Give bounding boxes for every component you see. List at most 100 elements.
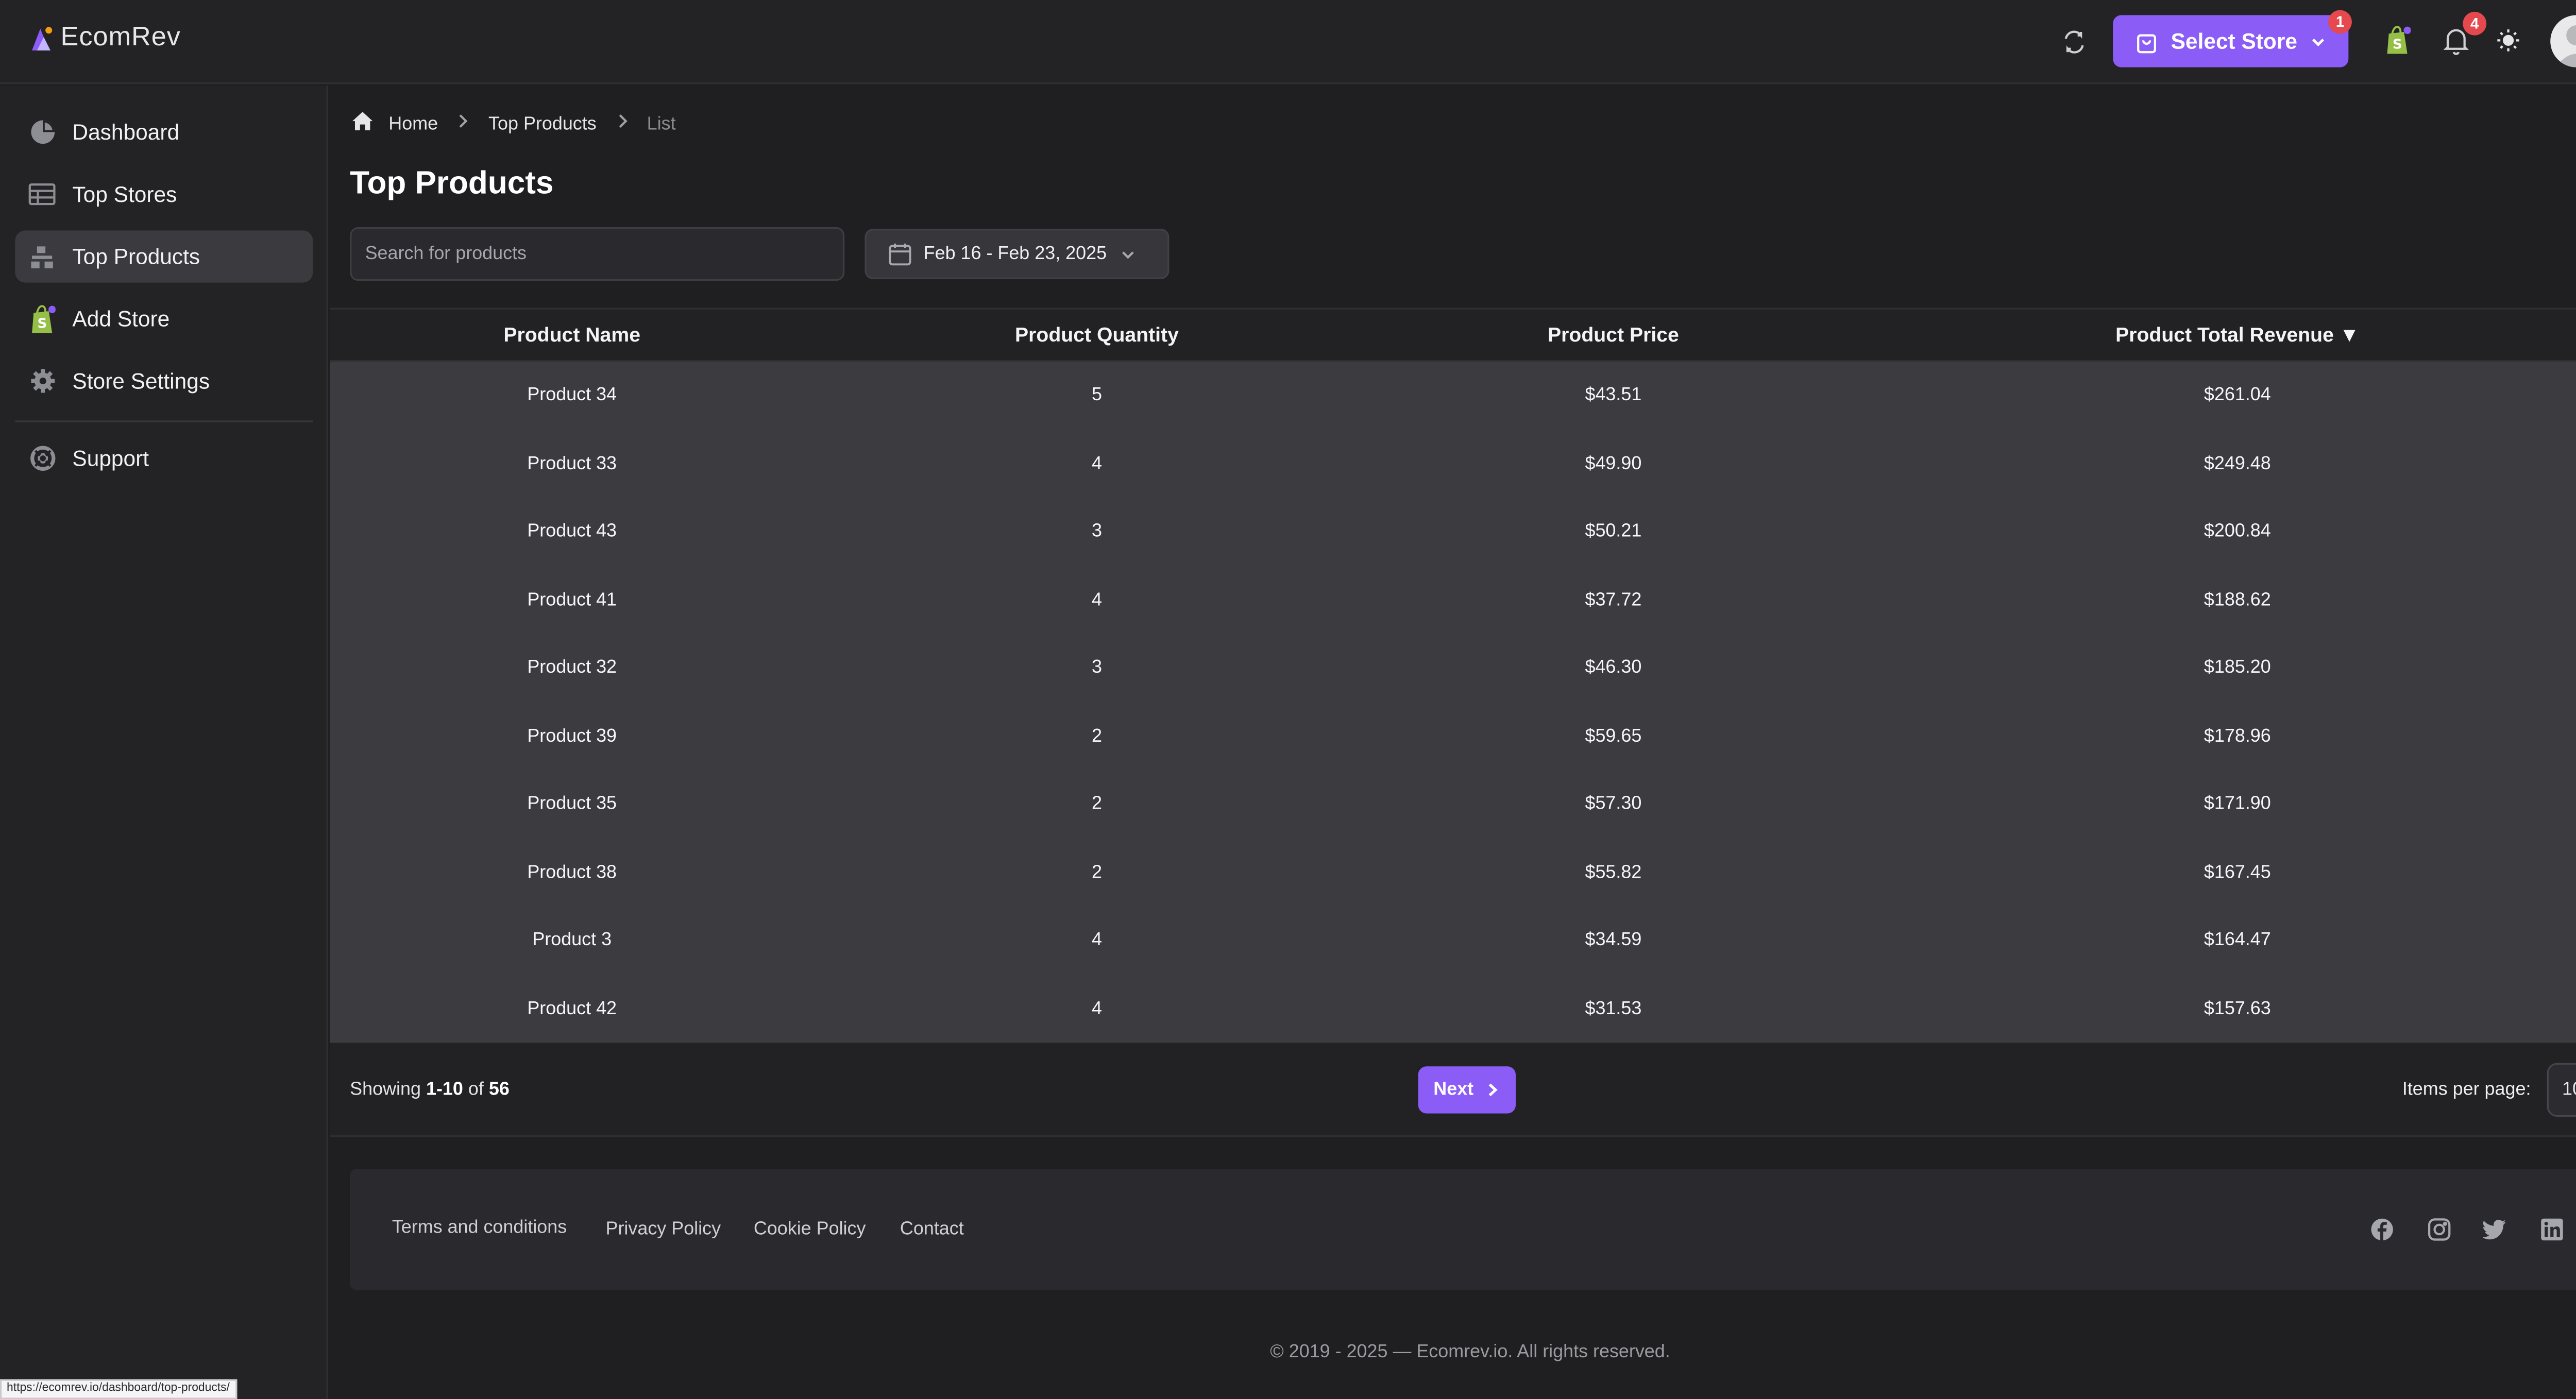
cell-product-quantity: 4 bbox=[1091, 590, 1102, 610]
cell-product-price: $34.59 bbox=[1585, 930, 1642, 951]
cell-product-quantity: 2 bbox=[1091, 794, 1102, 815]
cell-product-name: Product 32 bbox=[527, 658, 617, 678]
sidebar-item-add-store[interactable]: S Add Store bbox=[15, 293, 313, 345]
items-per-page-select[interactable]: 10 bbox=[2547, 1063, 2576, 1117]
table-row[interactable]: Product 35 2 $57.30 $171.90 bbox=[330, 771, 2576, 839]
gear-icon bbox=[29, 367, 56, 394]
sidebar-item-top-stores[interactable]: Top Stores bbox=[15, 168, 313, 220]
select-store-label: Select Store bbox=[2171, 28, 2298, 54]
footer-link-privacy[interactable]: Privacy Policy bbox=[606, 1219, 721, 1239]
sidebar-item-label: Add Store bbox=[72, 306, 170, 332]
cell-product-total-revenue: $261.04 bbox=[2204, 385, 2271, 406]
pie-chart-icon bbox=[29, 118, 56, 145]
sidebar-item-label: Support bbox=[72, 446, 149, 471]
shopify-icon: S bbox=[29, 304, 56, 332]
cell-product-price: $59.65 bbox=[1585, 726, 1642, 746]
cell-product-quantity: 4 bbox=[1091, 453, 1102, 474]
shopping-bag-icon bbox=[2138, 33, 2157, 53]
cell-product-name: Product 35 bbox=[527, 794, 617, 815]
table-row[interactable]: Product 39 2 $59.65 $178.96 bbox=[330, 702, 2576, 770]
copyright-text: © 2019 - 2025 — Ecomrev.io. All rights r… bbox=[1270, 1342, 1670, 1362]
column-header-product-price[interactable]: Product Price bbox=[1380, 323, 1848, 347]
date-range-picker[interactable]: Feb 16 - Feb 23, 2025 bbox=[865, 229, 1170, 280]
sidebar: Dashboard Top Stores Top Products S Add … bbox=[0, 86, 328, 1399]
table-row[interactable]: Product 3 4 $34.59 $164.47 bbox=[330, 907, 2576, 975]
showing-range: 1-10 bbox=[426, 1080, 463, 1100]
column-header-product-total-revenue[interactable]: Product Total Revenue ▼ bbox=[1847, 323, 2576, 347]
table-header: Product Name Product Quantity Product Pr… bbox=[329, 308, 2576, 362]
cell-product-name: Product 38 bbox=[527, 862, 617, 883]
sidebar-item-label: Dashboard bbox=[72, 119, 180, 145]
store-badge: 1 bbox=[2328, 10, 2352, 34]
sidebar-item-dashboard[interactable]: Dashboard bbox=[15, 106, 313, 158]
cell-product-quantity: 4 bbox=[1091, 998, 1102, 1019]
cell-product-total-revenue: $167.45 bbox=[2204, 862, 2271, 883]
cell-product-quantity: 3 bbox=[1091, 658, 1102, 678]
chevron-right-icon bbox=[612, 111, 632, 137]
footer-link-cookie[interactable]: Cookie Policy bbox=[754, 1219, 866, 1239]
cell-product-total-revenue: $185.20 bbox=[2204, 658, 2271, 678]
next-label: Next bbox=[1433, 1080, 1474, 1100]
column-header-product-name[interactable]: Product Name bbox=[330, 323, 814, 347]
sidebar-item-support[interactable]: Support bbox=[15, 432, 313, 484]
cell-product-total-revenue: $171.90 bbox=[2204, 794, 2271, 815]
chevron-down-icon bbox=[2311, 38, 2324, 46]
breadcrumb-section[interactable]: Top Products bbox=[488, 113, 597, 133]
showing-total: 56 bbox=[488, 1080, 510, 1100]
breadcrumb-home[interactable]: Home bbox=[388, 113, 438, 133]
column-header-product-quantity[interactable]: Product Quantity bbox=[814, 323, 1379, 347]
table-row[interactable]: Product 34 5 $43.51 $261.04 bbox=[330, 362, 2576, 430]
pagination-bar: Showing 1-10 of 56 Next Items per page: … bbox=[329, 1043, 2576, 1137]
app-root: EcomRev Select Store 1 S 4 Dashboard Top… bbox=[0, 0, 2576, 1399]
facebook-icon[interactable] bbox=[2369, 1216, 2396, 1243]
sidebar-item-store-settings[interactable]: Store Settings bbox=[15, 355, 313, 407]
chevron-right-icon bbox=[453, 111, 473, 137]
linkedin-icon[interactable] bbox=[2538, 1216, 2565, 1243]
footer-link-terms[interactable]: Terms and conditions bbox=[392, 1218, 567, 1238]
table-row[interactable]: Product 43 3 $50.21 $200.84 bbox=[330, 498, 2576, 566]
app-name: EcomRev bbox=[60, 23, 181, 53]
footer: Terms and conditions Privacy Policy Cook… bbox=[350, 1169, 2576, 1290]
next-page-button[interactable]: Next bbox=[1418, 1066, 1516, 1114]
cell-product-name: Product 3 bbox=[532, 930, 612, 951]
cell-product-quantity: 2 bbox=[1091, 862, 1102, 883]
shopify-icon[interactable]: S bbox=[2382, 24, 2413, 57]
sync-icon[interactable] bbox=[2059, 27, 2090, 57]
table-row[interactable]: Product 33 4 $49.90 $249.48 bbox=[330, 430, 2576, 498]
cell-product-name: Product 34 bbox=[527, 385, 617, 406]
breadcrumb: Home Top Products List bbox=[351, 111, 676, 137]
sidebar-item-top-products[interactable]: Top Products bbox=[15, 230, 313, 283]
logo[interactable]: EcomRev bbox=[27, 24, 181, 54]
page-title: Top Products bbox=[350, 166, 554, 202]
cell-product-price: $50.21 bbox=[1585, 522, 1642, 542]
cell-product-price: $57.30 bbox=[1585, 794, 1642, 815]
cell-product-quantity: 2 bbox=[1091, 726, 1102, 746]
cell-product-quantity: 3 bbox=[1091, 522, 1102, 542]
breadcrumb-current: List bbox=[647, 113, 676, 134]
home-icon[interactable] bbox=[351, 111, 373, 137]
footer-link-contact[interactable]: Contact bbox=[900, 1219, 964, 1239]
cell-product-name: Product 39 bbox=[527, 726, 617, 746]
sidebar-item-label: Store Settings bbox=[72, 368, 210, 394]
instagram-icon[interactable] bbox=[2426, 1216, 2453, 1243]
cell-product-total-revenue: $164.47 bbox=[2204, 930, 2271, 951]
hierarchy-icon bbox=[29, 243, 56, 270]
cell-product-price: $55.82 bbox=[1585, 862, 1642, 883]
sun-icon[interactable] bbox=[2495, 27, 2521, 54]
items-per-page-label: Items per page: bbox=[2402, 1080, 2531, 1100]
avatar[interactable] bbox=[2550, 15, 2576, 67]
search-input[interactable] bbox=[350, 227, 845, 281]
table-row[interactable]: Product 42 4 $31.53 $157.63 bbox=[330, 975, 2576, 1043]
select-store-button[interactable]: Select Store bbox=[2113, 15, 2349, 67]
table-row[interactable]: Product 38 2 $55.82 $167.45 bbox=[330, 839, 2576, 907]
table-row[interactable]: Product 32 3 $46.30 $185.20 bbox=[330, 634, 2576, 702]
twitter-icon[interactable] bbox=[2481, 1216, 2508, 1243]
cell-product-price: $37.72 bbox=[1585, 590, 1642, 610]
cell-product-name: Product 33 bbox=[527, 453, 617, 474]
cell-product-price: $49.90 bbox=[1585, 453, 1642, 474]
cell-product-name: Product 42 bbox=[527, 998, 617, 1019]
showing-of: of bbox=[468, 1080, 484, 1100]
table-row[interactable]: Product 41 4 $37.72 $188.62 bbox=[330, 566, 2576, 634]
items-per-page-value: 10 bbox=[2562, 1080, 2576, 1100]
cell-product-name: Product 43 bbox=[527, 522, 617, 542]
